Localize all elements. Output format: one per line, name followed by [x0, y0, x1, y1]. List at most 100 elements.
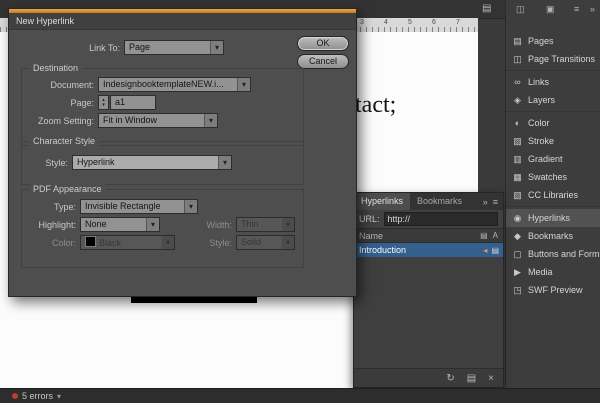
- color-icon: ◐: [512, 118, 523, 128]
- layers-icon: ◈: [512, 95, 523, 106]
- chevron-down-icon: ▾: [204, 114, 217, 127]
- document-select[interactable]: IndesignbooktemplateNEW.i... ▾: [98, 77, 251, 92]
- dock-item-label: Hyperlinks: [528, 213, 570, 223]
- collapse-panels-icon[interactable]: »: [590, 4, 595, 14]
- swatches-icon: ▦: [512, 172, 523, 183]
- swf-preview-icon: ◳: [512, 285, 523, 296]
- tab-hyperlinks[interactable]: Hyperlinks: [354, 193, 410, 210]
- dock-group-interactive: ◉ Hyperlinks ◆ Bookmarks ▢ Buttons and F…: [506, 206, 600, 301]
- chevron-down-icon[interactable]: ▾: [57, 392, 61, 401]
- dock-item-gradient[interactable]: ▥ Gradient: [506, 150, 600, 168]
- arrange-documents-icon[interactable]: ▣: [546, 4, 555, 15]
- page-label: Page:: [24, 96, 94, 111]
- panel-menu-icon[interactable]: ≡: [493, 197, 498, 207]
- dock-item-media[interactable]: ▶ Media: [506, 263, 600, 281]
- panel-footer: ↻ ▤ ×: [354, 368, 503, 387]
- stroke-icon: ▨: [512, 136, 523, 147]
- style-label: Style:: [24, 156, 68, 171]
- width-label: Width:: [182, 218, 232, 233]
- url-row: URL: http://: [354, 210, 503, 228]
- tab-bookmarks[interactable]: Bookmarks: [410, 193, 469, 210]
- ruler-number: 7: [456, 19, 460, 26]
- chevron-down-icon: ▾: [218, 156, 231, 169]
- workspace-menu-icon[interactable]: ≡: [574, 4, 579, 14]
- dock-item-stroke[interactable]: ▨ Stroke: [506, 132, 600, 150]
- dock-item-swatches[interactable]: ▦ Swatches: [506, 168, 600, 186]
- update-hyperlinks-icon[interactable]: ↻: [446, 373, 454, 384]
- dock-item-links[interactable]: ∞ Links: [506, 73, 600, 91]
- dock-item-label: Page Transitions: [528, 54, 595, 64]
- highlight-select[interactable]: None ▾: [80, 217, 160, 232]
- document-text-fragment[interactable]: tact;: [355, 92, 396, 119]
- page-input[interactable]: a1: [110, 95, 156, 110]
- url-input[interactable]: http://: [384, 212, 498, 226]
- hyperlink-row[interactable]: Introduction ◂ ▤: [354, 243, 503, 257]
- delete-hyperlink-icon[interactable]: ×: [488, 373, 494, 384]
- dock-item-layers[interactable]: ◈ Layers: [506, 91, 600, 109]
- document-label: Document:: [24, 78, 94, 93]
- gradient-icon: ▥: [512, 154, 523, 165]
- black-swatch: [85, 236, 96, 247]
- dock-item-label: Pages: [528, 36, 554, 46]
- chevron-down-icon: ▾: [281, 218, 294, 231]
- indesign-app: ▤ 3 4 5 6 7 tact; Introduction ◫ ▣ ≡ » ▤…: [0, 0, 600, 403]
- color-select: Black ▾: [80, 235, 175, 250]
- dock-item-label: Media: [528, 267, 553, 277]
- page-stepper[interactable]: ▴ ▾: [98, 95, 109, 110]
- highlight-label: Highlight:: [24, 218, 76, 233]
- status-bar: 5 errors ▾: [0, 388, 600, 403]
- chevron-down-icon: ▾: [237, 78, 250, 91]
- selected-value: None: [85, 219, 107, 229]
- page-column-icon: ▤: [480, 231, 488, 240]
- zoom-setting-select[interactable]: Fit in Window ▾: [98, 113, 218, 128]
- double-chevron-icon[interactable]: »: [483, 197, 488, 207]
- dialog-title[interactable]: New Hyperlink: [9, 13, 356, 30]
- link-to-select[interactable]: Page ▾: [124, 40, 224, 55]
- dock-item-swf-preview[interactable]: ◳ SWF Preview: [506, 281, 600, 299]
- links-icon: ∞: [512, 77, 523, 87]
- dock-item-color[interactable]: ◐ Color: [506, 114, 600, 132]
- goto-source-icon[interactable]: ◂: [483, 246, 487, 255]
- type-select[interactable]: Invisible Rectangle ▾: [80, 199, 198, 214]
- destination-legend: Destination: [29, 63, 82, 74]
- new-hyperlink-icon[interactable]: ▤: [467, 373, 476, 384]
- pages-icon: ▤: [512, 36, 523, 47]
- cancel-button[interactable]: Cancel: [297, 54, 349, 69]
- dock-item-bookmarks[interactable]: ◆ Bookmarks: [506, 227, 600, 245]
- dock-item-cc-libraries[interactable]: ▧ CC Libraries: [506, 186, 600, 204]
- dock-item-label: Stroke: [528, 136, 554, 146]
- hyperlinks-panel: Hyperlinks Bookmarks » ≡ URL: http:// Na…: [353, 192, 504, 388]
- ruler-number: 3: [360, 19, 364, 26]
- dock-item-label: Layers: [528, 95, 555, 105]
- url-label: URL:: [359, 214, 380, 224]
- selected-value: IndesignbooktemplateNEW.i...: [103, 79, 224, 89]
- ok-button[interactable]: OK: [297, 36, 349, 51]
- pdf-appearance-group: PDF Appearance Type: Invisible Rectangle…: [21, 189, 304, 268]
- media-icon: ▶: [512, 267, 523, 278]
- character-style-group: Character Style Style: Hyperlink ▾: [21, 141, 304, 185]
- dock-item-label: Buttons and Forms: [528, 249, 600, 259]
- character-style-select[interactable]: Hyperlink ▾: [72, 155, 232, 170]
- dock-item-hyperlinks[interactable]: ◉ Hyperlinks: [506, 209, 600, 227]
- dock-item-buttons-and-forms[interactable]: ▢ Buttons and Forms: [506, 245, 600, 263]
- screen-mode-icon[interactable]: ◫: [516, 4, 525, 15]
- pdf-appearance-legend: PDF Appearance: [29, 184, 106, 195]
- hyperlinks-list: Introduction ◂ ▤: [354, 243, 503, 368]
- dock-group-pages: ▤ Pages ◫ Page Transitions: [506, 30, 600, 70]
- preflight-error-count[interactable]: 5 errors: [22, 391, 53, 401]
- dock-item-label: Bookmarks: [528, 231, 573, 241]
- pdf-style-label: Style:: [182, 236, 232, 251]
- page-badge-icon: ▤: [491, 246, 499, 255]
- view-options-icon[interactable]: ▤: [482, 3, 491, 14]
- ruler-number: 5: [408, 19, 412, 26]
- dock-item-page-transitions[interactable]: ◫ Page Transitions: [506, 50, 600, 68]
- selected-value: Thin: [241, 219, 259, 229]
- selected-value: Solid: [241, 237, 261, 247]
- bookmarks-icon: ◆: [512, 231, 523, 242]
- hyperlinks-icon: ◉: [512, 213, 523, 224]
- spinner-down-icon[interactable]: ▾: [102, 103, 105, 108]
- chevron-down-icon: ▾: [161, 236, 174, 249]
- dock-item-label: CC Libraries: [528, 190, 578, 200]
- dock-item-pages[interactable]: ▤ Pages: [506, 32, 600, 50]
- selected-value: Invisible Rectangle: [85, 201, 161, 211]
